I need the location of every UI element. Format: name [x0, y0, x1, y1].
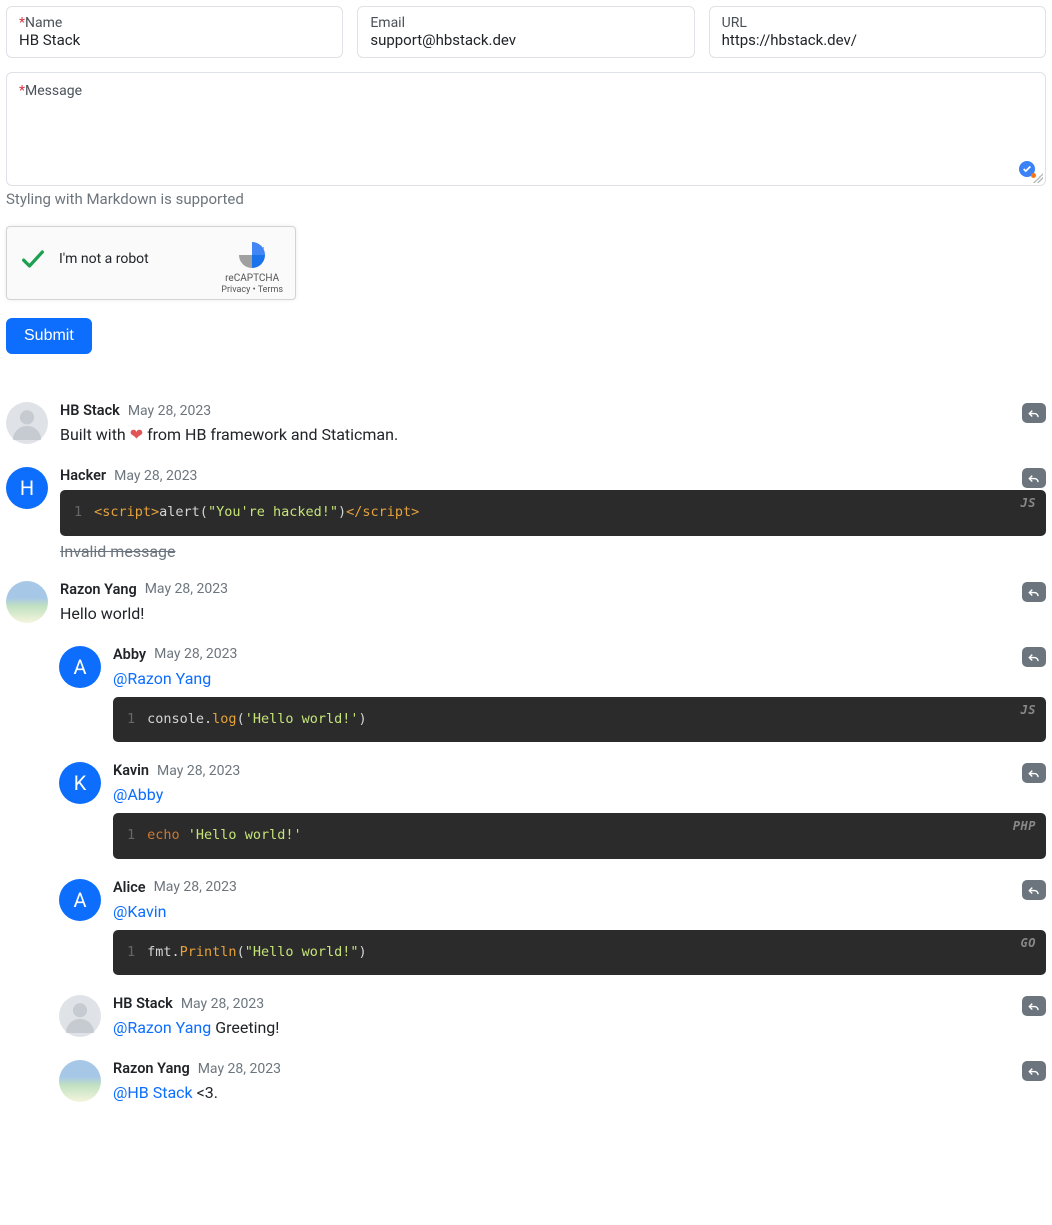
comment-date: May 28, 2023	[154, 646, 237, 662]
reply-button[interactable]	[1022, 1061, 1046, 1081]
reply-button[interactable]	[1022, 582, 1046, 602]
url-value: https://hbstack.dev/	[722, 31, 1033, 49]
resize-handle-icon[interactable]	[1033, 173, 1043, 183]
avatar: H	[6, 467, 48, 509]
code-block: JS1<script>alert("You're hacked!")</scri…	[60, 490, 1046, 536]
recaptcha-brand: reCAPTCHA	[221, 273, 283, 285]
code-block: GO1fmt.Println("Hello world!")	[113, 930, 1046, 976]
reply-button[interactable]	[1022, 996, 1046, 1016]
recaptcha-terms-link[interactable]: Terms	[258, 285, 283, 295]
avatar	[59, 1060, 101, 1102]
avatar	[6, 581, 48, 623]
recaptcha-widget[interactable]: I'm not a robot reCAPTCHA Privacy • Term…	[6, 226, 296, 300]
comment-author: Abby	[113, 646, 146, 663]
comment-content: @Abby	[113, 783, 1046, 807]
comment-date: May 28, 2023	[145, 581, 228, 597]
checkmark-icon	[19, 245, 47, 273]
comment-content: Built with ❤ from HB framework and Stati…	[60, 423, 1046, 447]
code-block: PHP1echo 'Hello world!'	[113, 813, 1046, 859]
comment-date: May 28, 2023	[114, 468, 197, 484]
url-label: URL	[722, 15, 747, 31]
avatar	[59, 995, 101, 1037]
submit-button[interactable]: Submit	[6, 318, 92, 354]
url-field[interactable]: URL https://hbstack.dev/	[709, 6, 1046, 58]
code-block: JS1console.log('Hello world!')	[113, 697, 1046, 743]
code-language: JS	[1021, 494, 1036, 513]
reply-button[interactable]	[1022, 880, 1046, 900]
mention-link[interactable]: @HB Stack	[113, 1083, 193, 1102]
comment-date: May 28, 2023	[181, 996, 264, 1012]
reply-button[interactable]	[1022, 403, 1046, 423]
recaptcha-logo-icon	[236, 239, 268, 271]
comment-author: HB Stack	[113, 995, 173, 1012]
comment-content: @Razon Yang Greeting!	[113, 1016, 1046, 1040]
comment-content: Hello world!	[60, 602, 1046, 626]
comment-item: A Alice May 28, 2023 @Kavin GO1fmt.Println("…	[59, 879, 1046, 976]
comment-date: May 28, 2023	[154, 879, 237, 895]
mention-link[interactable]: @Kavin	[113, 902, 166, 921]
name-field[interactable]: *Name HB Stack	[6, 6, 343, 58]
comment-content: @HB Stack <3.	[113, 1081, 1046, 1105]
mention-link[interactable]: @Razon Yang	[113, 1018, 211, 1037]
reply-button[interactable]	[1022, 647, 1046, 667]
mention-link[interactable]: @Abby	[113, 785, 163, 804]
name-value: HB Stack	[19, 31, 330, 49]
heart-icon: ❤	[130, 425, 143, 444]
comment-date: May 28, 2023	[128, 403, 211, 419]
comment-item: Razon Yang May 28, 2023 Hello world!	[6, 581, 1046, 626]
strikethrough-text: Invalid message	[60, 542, 1046, 561]
comment-content: @Kavin	[113, 900, 1046, 924]
markdown-hint: Styling with Markdown is supported	[6, 190, 1046, 208]
comment-item: HB Stack May 28, 2023 Built with ❤ from HB…	[6, 402, 1046, 447]
message-textarea[interactable]: *Message	[6, 72, 1046, 186]
code-language: GO	[1021, 934, 1036, 953]
message-label: Message	[25, 83, 82, 99]
comment-item: HB Stack May 28, 2023 @Razon Yang Greeting…	[59, 995, 1046, 1040]
avatar: K	[59, 762, 101, 804]
email-label: Email	[370, 15, 405, 31]
comment-item: A Abby May 28, 2023 @Razon Yang JS1console.l…	[59, 646, 1046, 743]
code-language: PHP	[1013, 817, 1036, 836]
comment-item: K Kavin May 28, 2023 @Abby PHP1echo 'Hello w…	[59, 762, 1046, 859]
recaptcha-privacy-link[interactable]: Privacy	[221, 285, 250, 295]
name-label: Name	[25, 15, 62, 31]
comment-author: Razon Yang	[60, 581, 137, 598]
comment-date: May 28, 2023	[157, 763, 240, 779]
comment-date: May 28, 2023	[198, 1061, 281, 1077]
comment-author: HB Stack	[60, 402, 120, 419]
email-value: support@hbstack.dev	[370, 31, 681, 49]
comment-item: Razon Yang May 28, 2023 @HB Stack <3.	[59, 1060, 1046, 1105]
email-field[interactable]: Email support@hbstack.dev	[357, 6, 694, 58]
recaptcha-label: I'm not a robot	[59, 251, 149, 267]
code-language: JS	[1021, 701, 1036, 720]
avatar: A	[59, 646, 101, 688]
avatar	[6, 402, 48, 444]
comment-author: Kavin	[113, 762, 149, 779]
reply-button[interactable]	[1022, 468, 1046, 488]
mention-link[interactable]: @Razon Yang	[113, 669, 211, 688]
comment-author: Razon Yang	[113, 1060, 190, 1077]
comment-author: Hacker	[60, 467, 106, 484]
reply-button[interactable]	[1022, 763, 1046, 783]
avatar: A	[59, 879, 101, 921]
comment-author: Alice	[113, 879, 146, 896]
comment-item: H Hacker May 28, 2023 JS1<script>alert("You…	[6, 467, 1046, 561]
comment-content: @Razon Yang	[113, 667, 1046, 691]
